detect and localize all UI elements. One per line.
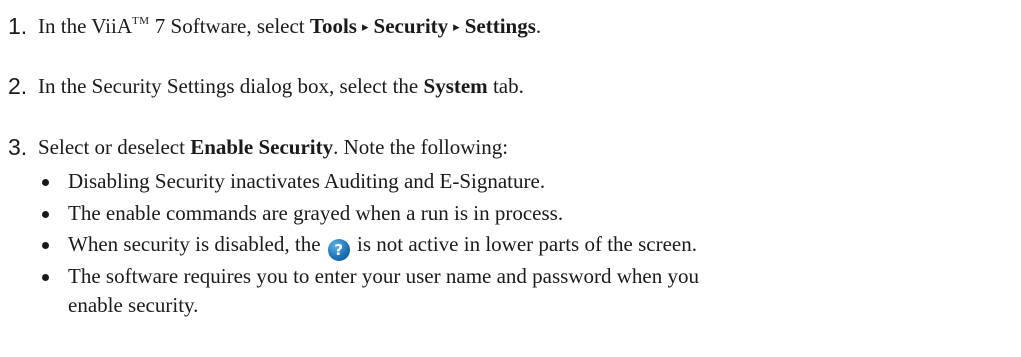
step-2: 2. In the Security Settings dialog box, … (8, 70, 524, 102)
step-number: 3. (8, 133, 28, 160)
step-text-prefix: In the Security Settings dialog box, sel… (38, 73, 424, 98)
menu-settings: Settings (464, 13, 536, 38)
list-item-text-line1: The software requires you to enter your … (68, 263, 699, 288)
list-item-text-after: is not active in lower parts of the scre… (351, 232, 697, 256)
list-item-text-before: When security is disabled, the (68, 232, 326, 256)
menu-tools: Tools (309, 13, 357, 38)
step-text-suffix: . Note the following: (333, 134, 509, 159)
menu-security: Security (373, 13, 449, 38)
list-item-text: The enable commands are grayed when a ru… (68, 200, 564, 225)
list-item: The enable commands are grayed when a ru… (38, 198, 699, 230)
step-text-middle: 7 Software, select (149, 13, 310, 38)
list-item: When security is disabled, the ? is not … (38, 229, 699, 261)
menu-separator-icon: ▸ (453, 18, 460, 34)
bullet-icon (42, 210, 49, 218)
system-tab-name: System (423, 73, 488, 98)
bullet-icon (42, 273, 49, 281)
step-text-suffix: tab. (487, 73, 524, 98)
bullet-icon (42, 242, 49, 249)
bullet-icon (42, 179, 49, 186)
step-text: In the ViiATM 7 Software, select Tools ▸ S… (38, 14, 541, 39)
help-icon: ? (327, 239, 350, 261)
step-text: Select or deselect Enable Security. Note… (38, 135, 508, 160)
procedure-steps: 1. In the ViiATM 7 Software, select Tool… (0, 0, 1021, 357)
list-item: Disabling Security inactivates Auditing … (38, 166, 699, 198)
step-number: 1. (8, 12, 28, 39)
step-text-prefix: Select or deselect (38, 134, 191, 159)
trademark-mark: TM (132, 14, 150, 27)
menu-separator-icon: ▸ (361, 18, 369, 34)
step-text-suffix: . (535, 13, 542, 38)
step-text-prefix: In the ViiA (38, 13, 133, 38)
step-3: 3. Select or deselect Enable Security. N… (8, 131, 508, 163)
list-item: The software requires you to enter your … (38, 261, 699, 320)
step-1: 1. In the ViiATM 7 Software, select Tool… (8, 10, 541, 42)
notes-list: Disabling Security inactivates Auditing … (38, 166, 699, 320)
enable-security-option: Enable Security (190, 134, 334, 159)
list-item-text-line2: enable security. (68, 292, 199, 317)
step-text: In the Security Settings dialog box, sel… (38, 74, 524, 99)
step-number: 2. (8, 72, 28, 99)
list-item-text: Disabling Security inactivates Auditing … (68, 169, 546, 193)
